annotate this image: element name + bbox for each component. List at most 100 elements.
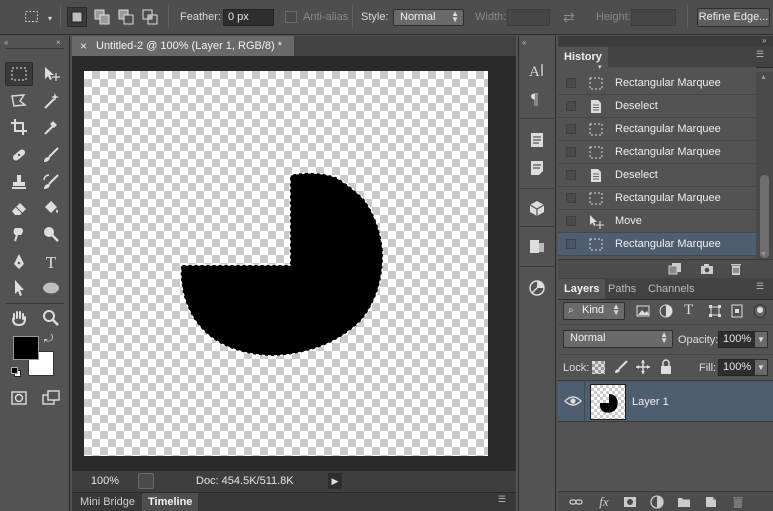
paragraph-panel-button[interactable]: ¶ (525, 86, 549, 110)
dodge-tool[interactable] (37, 222, 65, 246)
clone-stamp-tool[interactable] (5, 170, 33, 194)
history-item[interactable]: Rectangular Marquee (558, 141, 756, 164)
foreground-color-swatch[interactable] (13, 336, 39, 360)
history-item[interactable]: Move (558, 210, 756, 233)
new-adjustment-layer-button[interactable] (648, 494, 666, 510)
history-source-checkbox[interactable] (566, 147, 576, 157)
swap-colors-icon[interactable]: ⤾ (44, 333, 53, 346)
tool-preset-picker[interactable] (22, 7, 42, 27)
blend-mode-select[interactable]: Normal ▲ ▼ (563, 330, 673, 348)
subtract-selection-button[interactable] (116, 7, 136, 27)
style-select[interactable]: Normal ▲ ▼ (393, 9, 464, 26)
fill-input[interactable]: 100% (718, 359, 756, 376)
history-item[interactable]: Rectangular Marquee (558, 118, 756, 141)
panel-menu-icon[interactable]: ☰ (756, 49, 764, 60)
history-source-checkbox[interactable] (566, 78, 576, 88)
layer-name[interactable]: Layer 1 (632, 396, 669, 408)
collapse-arrows-icon[interactable]: « (4, 38, 8, 47)
chevron-down-icon[interactable]: ▾ (48, 14, 52, 23)
tab-paths[interactable]: Paths (602, 279, 642, 299)
tab-channels[interactable]: Channels (642, 279, 700, 299)
close-icon[interactable]: × (80, 36, 92, 56)
status-menu-arrow-icon[interactable]: ▶ (328, 473, 342, 489)
link-layers-button[interactable] (567, 494, 585, 510)
history-item[interactable]: Deselect (558, 95, 756, 118)
properties-panel-button[interactable] (525, 128, 549, 152)
intersect-selection-button[interactable] (140, 7, 160, 27)
lock-position-icon[interactable] (635, 359, 651, 375)
panel-close-icon[interactable]: × (56, 38, 61, 47)
new-layer-button[interactable] (702, 494, 720, 510)
crop-tool[interactable] (5, 115, 33, 139)
layer-thumbnail[interactable] (590, 384, 626, 420)
tab-layers[interactable]: Layers (558, 279, 606, 299)
filter-toggle-switch[interactable] (754, 304, 766, 318)
delete-state-button[interactable] (727, 261, 745, 277)
new-document-from-state-button[interactable] (666, 261, 684, 277)
opacity-input[interactable]: 100% (718, 331, 756, 348)
filter-pixel-layers-icon[interactable] (636, 304, 650, 318)
filter-smart-objects-icon[interactable] (730, 304, 744, 318)
width-input[interactable] (507, 9, 550, 26)
path-selection-tool[interactable] (5, 276, 33, 300)
tab-timeline[interactable]: Timeline (142, 493, 199, 511)
panel-menu-icon[interactable]: ☰ (756, 281, 764, 292)
fx-icon[interactable]: fx (595, 494, 613, 510)
lock-all-icon[interactable] (659, 359, 673, 375)
magic-wand-tool[interactable] (37, 89, 65, 113)
history-brush-tool[interactable] (37, 170, 65, 194)
scroll-up-arrow-icon[interactable]: ▲ (760, 74, 767, 81)
panel-menu-icon[interactable]: ☰ (498, 494, 506, 505)
hand-tool[interactable] (5, 306, 33, 330)
move-tool[interactable] (37, 62, 65, 86)
share-icon[interactable] (138, 473, 154, 489)
brush-tool[interactable] (37, 143, 65, 167)
zoom-tool[interactable] (37, 306, 65, 330)
add-to-selection-button[interactable] (92, 7, 112, 27)
scroll-down-arrow-icon[interactable]: ▼ (760, 251, 767, 258)
height-input[interactable] (631, 9, 676, 26)
device-preview-button[interactable] (525, 234, 549, 258)
ellipse-tool[interactable] (37, 276, 65, 300)
screen-mode-button[interactable] (37, 386, 65, 410)
pen-tool[interactable] (5, 250, 33, 274)
feather-input[interactable]: 0 px (223, 9, 274, 26)
history-source-checkbox[interactable] (566, 239, 576, 249)
layer-filter-select[interactable]: ⌕ Kind ▲ ▼ (563, 302, 625, 320)
filter-type-layers-icon[interactable]: T (684, 302, 698, 318)
eyedropper-tool[interactable] (37, 115, 65, 139)
quick-mask-button[interactable] (5, 386, 33, 410)
healing-brush-tool[interactable] (5, 143, 33, 167)
add-mask-button[interactable] (621, 494, 639, 510)
delete-layer-button[interactable] (729, 494, 747, 510)
lock-transparent-pixels-icon[interactable] (592, 361, 605, 374)
new-selection-button[interactable] (67, 7, 87, 27)
eye-icon[interactable] (564, 394, 582, 408)
document-tab[interactable]: Untitled-2 @ 100% (Layer 1, RGB/8) * (72, 36, 294, 56)
scrollbar-thumb[interactable] (760, 175, 769, 258)
eraser-tool[interactable] (5, 196, 33, 220)
history-item[interactable]: Rectangular Marquee (558, 72, 756, 95)
smudge-tool[interactable] (5, 222, 33, 246)
history-item[interactable]: Rectangular Marquee (558, 187, 756, 210)
default-colors-icon[interactable] (11, 367, 21, 377)
panel-collapse-icon[interactable]: » (762, 36, 766, 46)
zoom-level[interactable]: 100% (80, 474, 130, 489)
tab-mini-bridge[interactable]: Mini Bridge (74, 493, 141, 511)
history-source-checkbox[interactable] (566, 124, 576, 134)
refine-edge-button[interactable]: Refine Edge... (697, 8, 770, 27)
opacity-dropdown-arrow-icon[interactable]: ▼ (754, 331, 768, 348)
fill-dropdown-arrow-icon[interactable]: ▼ (754, 359, 768, 376)
character-panel-button[interactable]: A (525, 58, 549, 82)
history-source-checkbox[interactable] (566, 101, 576, 111)
filter-shape-layers-icon[interactable] (708, 304, 722, 318)
filter-adjustment-layers-icon[interactable] (659, 304, 673, 318)
history-source-checkbox[interactable] (566, 216, 576, 226)
lasso-tool[interactable] (5, 89, 33, 113)
history-source-checkbox[interactable] (566, 170, 576, 180)
document-canvas[interactable] (84, 71, 488, 456)
create-snapshot-button[interactable] (698, 261, 716, 277)
notes-panel-button[interactable] (525, 156, 549, 180)
history-item-active[interactable]: Rectangular Marquee (558, 233, 756, 256)
rectangular-marquee-tool[interactable] (5, 62, 33, 86)
